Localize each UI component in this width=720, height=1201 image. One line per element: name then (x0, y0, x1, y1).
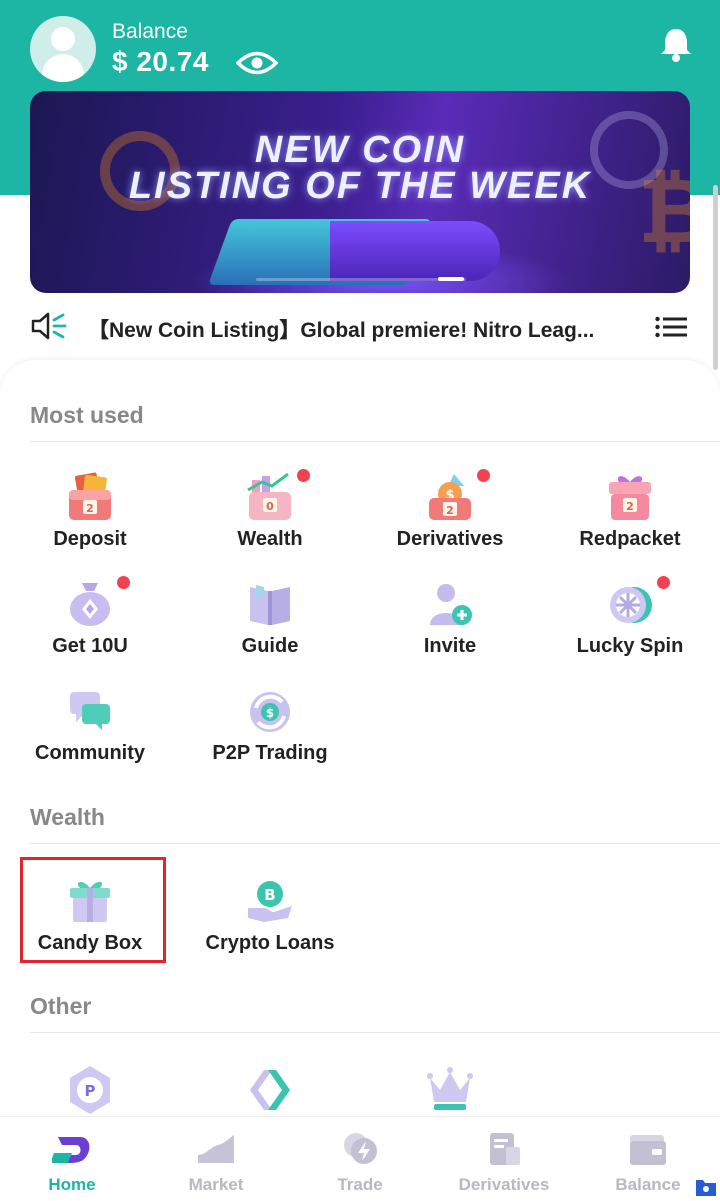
nav-derivatives[interactable]: Derivatives (432, 1117, 576, 1201)
section-title-other: Other (30, 993, 92, 1019)
wealth-icon: 0 (247, 472, 291, 520)
notification-dot (297, 469, 310, 482)
money-bag-icon (70, 583, 110, 626)
trade-bolt-icon (344, 1133, 377, 1164)
balance-value: $ 20.74 (112, 46, 209, 77)
speaker-icon (31, 312, 67, 340)
p2p-exchange-icon: $ (250, 692, 290, 732)
nav-trade[interactable]: Trade (288, 1117, 432, 1201)
shortcut-label: Invite (423, 635, 477, 657)
shortcut-crypto-loans[interactable]: B Crypto Loans (180, 876, 360, 976)
notification-dot (117, 576, 130, 589)
token-hex-icon: P (70, 1066, 110, 1114)
nav-market[interactable]: Market (144, 1117, 288, 1201)
svg-text:2: 2 (86, 502, 94, 515)
invite-user-icon (430, 584, 472, 625)
svg-text:P: P (85, 1082, 96, 1100)
derivatives-doc-icon (490, 1133, 520, 1165)
carousel-indicator-track (256, 278, 466, 281)
svg-text:B: B (264, 886, 275, 904)
bottom-navigation: Home Market Trade Derivatives Balance (0, 1116, 720, 1201)
user-avatar-icon[interactable] (30, 16, 96, 82)
folder-icon (696, 1180, 716, 1196)
nav-label: Home (48, 1175, 96, 1194)
shortcut-other-3[interactable] (360, 1064, 540, 1114)
svg-text:0: 0 (266, 500, 274, 513)
divider (30, 1032, 720, 1033)
announcement-marquee[interactable]: 【New Coin Listing】Global premiere! Nitro… (88, 314, 633, 344)
shortcut-community[interactable]: Community (0, 686, 180, 786)
nav-home[interactable]: Home (0, 1117, 144, 1201)
shortcut-label: Wealth (237, 528, 303, 550)
market-chart-icon (198, 1135, 234, 1163)
svg-text:2: 2 (446, 504, 454, 517)
notification-dot (477, 469, 490, 482)
section-title-wealth: Wealth (30, 804, 105, 830)
list-menu-icon[interactable] (655, 316, 687, 338)
notification-dot (657, 576, 670, 589)
avatar-body-shape (42, 54, 84, 82)
banner-title-line2: LISTING OF THE WEEK (128, 165, 592, 207)
crypto-loan-icon: B (248, 881, 292, 922)
shortcut-label: P2P Trading (212, 742, 328, 764)
promo-banner[interactable]: ₿ NEW COIN LISTING OF THE WEEK (30, 91, 690, 293)
shortcut-label: Derivatives (396, 528, 504, 550)
banner-logo-block (330, 221, 500, 281)
svg-text:$: $ (266, 706, 274, 720)
home-logo-icon (52, 1137, 90, 1163)
bell-icon[interactable] (659, 26, 693, 62)
selection-highlight (20, 857, 166, 963)
scrollbar[interactable] (713, 185, 718, 370)
spin-wheel-icon (610, 587, 652, 623)
nav-label: Trade (337, 1175, 383, 1194)
shortcut-deposit[interactable]: 2 Deposit (0, 472, 180, 572)
shortcut-invite[interactable]: Invite (360, 579, 540, 679)
shortcut-label: Lucky Spin (576, 635, 684, 657)
eye-icon[interactable] (236, 50, 278, 76)
deposit-icon: 2 (69, 472, 111, 520)
shortcut-p2p-trading[interactable]: $ P2P Trading (180, 686, 360, 786)
shortcut-wealth[interactable]: 0 Wealth (180, 469, 360, 572)
shortcut-derivatives[interactable]: $ 2 Derivatives (360, 469, 540, 572)
shortcut-get-10u[interactable]: Get 10U (0, 576, 180, 679)
chat-bubbles-icon (70, 692, 110, 730)
svg-text:2: 2 (626, 500, 634, 513)
carousel-indicator-active (438, 277, 464, 281)
shortcut-label: Community (35, 742, 145, 764)
shortcut-label: Deposit (53, 528, 127, 550)
section-title-most-used: Most used (30, 402, 144, 428)
derivatives-icon: $ 2 (429, 474, 471, 520)
shortcut-redpacket[interactable]: 2 Redpacket (540, 472, 720, 572)
nav-label: Market (188, 1175, 244, 1194)
redpacket-icon: 2 (609, 476, 651, 520)
wallet-icon (630, 1135, 666, 1165)
diamond-arrows-icon (250, 1070, 290, 1110)
shortcut-lucky-spin[interactable]: Lucky Spin (540, 576, 720, 679)
shortcut-other-2[interactable] (180, 1064, 360, 1114)
divider (30, 843, 720, 844)
shortcut-label: Redpacket (579, 528, 681, 550)
nav-label: Derivatives (458, 1175, 550, 1194)
shortcut-other-1[interactable]: P (0, 1064, 180, 1114)
shortcut-label: Get 10U (52, 635, 128, 657)
balance-label: Balance (112, 20, 188, 43)
divider (30, 441, 720, 442)
avatar-head-shape (51, 27, 75, 51)
shortcut-guide[interactable]: Guide (180, 579, 360, 679)
crown-icon (427, 1067, 473, 1110)
shortcut-label: Guide (241, 635, 299, 657)
book-icon (250, 585, 290, 625)
shortcut-label: Crypto Loans (205, 932, 335, 954)
